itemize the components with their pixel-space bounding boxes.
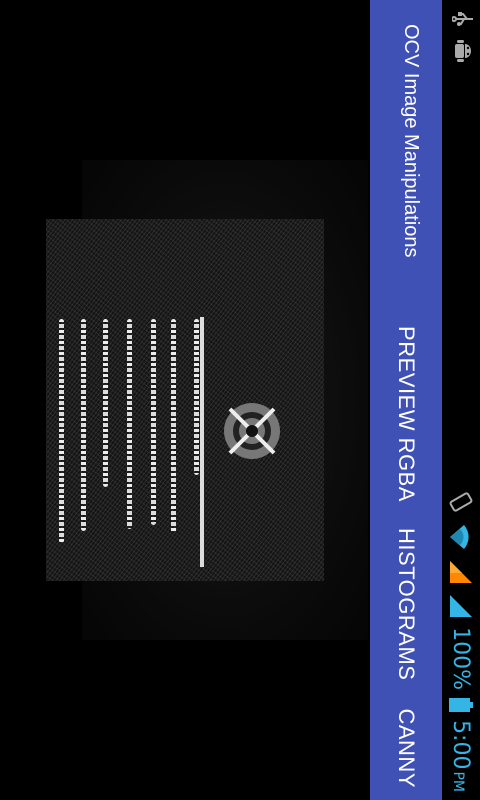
document-text-line (81, 319, 86, 531)
logo-mark (224, 403, 280, 459)
app-title: OCV Image Manipulations (400, 24, 422, 258)
action-bar: OCV Image Manipulations PREVIEW RGBA HIS… (370, 0, 442, 800)
android-debug-icon (452, 40, 474, 62)
document-text-line (127, 319, 132, 529)
camera-preview[interactable] (0, 0, 370, 800)
menu-histograms[interactable]: HISTOGRAMS (393, 518, 419, 691)
document-text-line (151, 319, 156, 525)
signal-icon (448, 593, 474, 619)
mobile-signal-icon (448, 559, 474, 585)
status-bar: 100% 5:00PM (442, 0, 480, 800)
document-text-line (194, 319, 199, 475)
menu-canny[interactable]: CANNY (393, 698, 419, 798)
document-text-line (59, 319, 64, 543)
vibrate-icon (448, 489, 474, 515)
document-rule-line (200, 317, 204, 567)
action-menu: PREVIEW RGBA HISTOGRAMS CANNY (370, 316, 442, 800)
app-screen: 100% 5:00PM OCV Image Manipulations PREV… (0, 0, 480, 800)
clock-time: 5:00 (448, 720, 474, 770)
filtered-document-image (46, 219, 324, 581)
document-text-line (171, 319, 176, 533)
menu-preview-rgba[interactable]: PREVIEW RGBA (393, 316, 419, 512)
clock: 5:00PM (449, 720, 474, 792)
document-text-line (103, 319, 108, 487)
battery-icon (449, 698, 473, 713)
battery-percent: 100% (448, 627, 474, 691)
wifi-icon (448, 523, 474, 551)
usb-icon (452, 10, 474, 28)
clock-ampm: PM (450, 771, 467, 792)
